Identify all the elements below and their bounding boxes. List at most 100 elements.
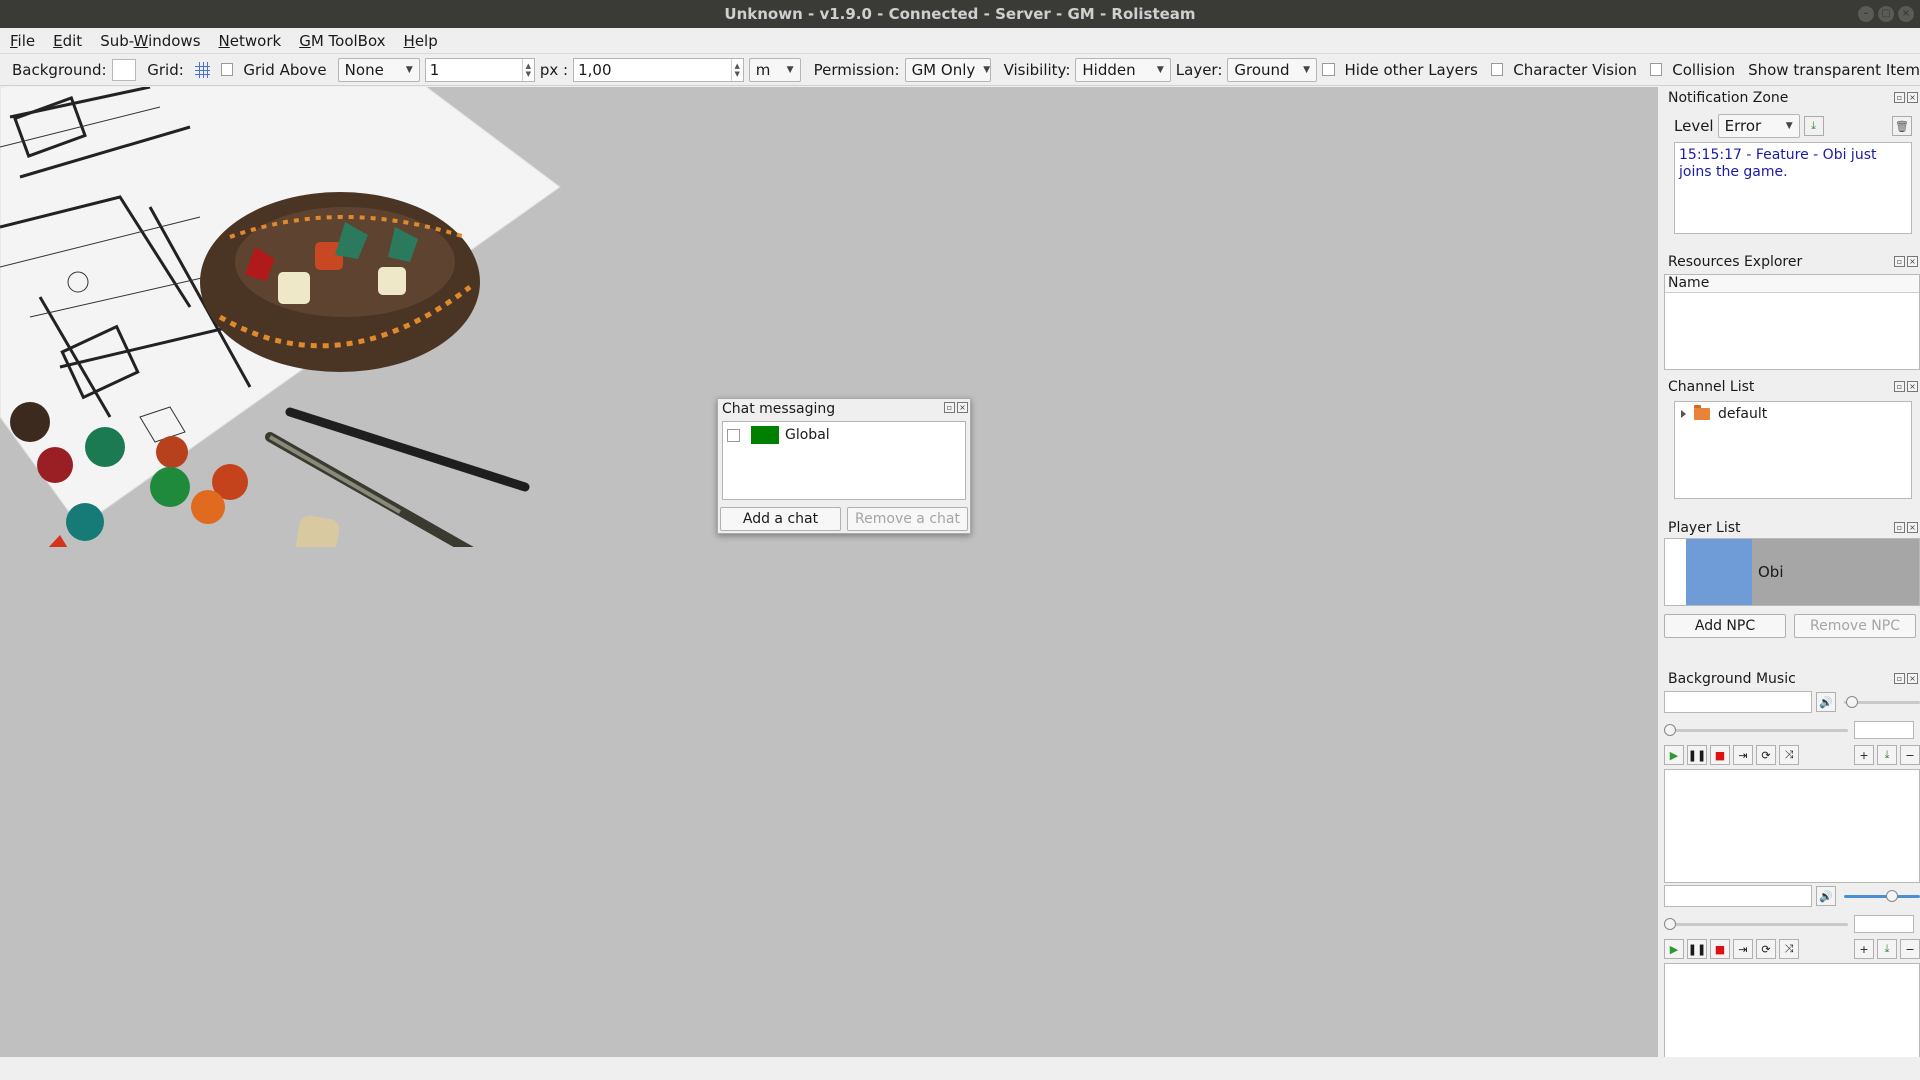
grid-icon[interactable]	[194, 61, 210, 78]
repeat-icon[interactable]: ⟳	[1756, 745, 1776, 765]
channel-list-title-bar[interactable]: Channel List ▫ ×	[1660, 377, 1920, 397]
character-vision-checkbox[interactable]	[1490, 63, 1504, 76]
volume-icon[interactable]: 🔊	[1816, 692, 1836, 712]
channel-list-dock: Channel List ▫ × default	[1660, 377, 1920, 509]
close-icon[interactable]: ×	[1907, 381, 1918, 392]
menu-network[interactable]: Network	[219, 32, 282, 50]
close-icon[interactable]: ×	[957, 402, 968, 413]
music-player-2: 🔊 ▶ ❚❚ ■ ⇥ ⟳ ⤨ + ⤓ −	[1660, 885, 1920, 1067]
next-icon[interactable]: ⇥	[1733, 939, 1753, 959]
close-icon[interactable]: ×	[1907, 256, 1918, 267]
add-icon[interactable]: +	[1854, 745, 1874, 765]
play-icon[interactable]: ▶	[1664, 745, 1684, 765]
pause-icon[interactable]: ❚❚	[1687, 939, 1707, 959]
float-icon[interactable]: ▫	[1894, 256, 1905, 267]
channel-tree[interactable]: default	[1674, 401, 1912, 499]
volume-slider-handle[interactable]	[1886, 889, 1898, 902]
grid-size-value: 1	[429, 60, 440, 79]
shuffle-icon[interactable]: ⤨	[1779, 939, 1799, 959]
expand-arrow-icon[interactable]	[1681, 410, 1686, 418]
status-bar	[0, 1057, 1920, 1080]
track-title-field[interactable]	[1664, 691, 1812, 713]
grid-shape-select[interactable]: None ▼	[337, 57, 420, 82]
seek-slider[interactable]	[1664, 723, 1848, 736]
playlist-1[interactable]	[1664, 769, 1920, 883]
close-icon[interactable]: ×	[1907, 522, 1918, 533]
menu-help[interactable]: Help	[404, 32, 438, 50]
map-canvas[interactable]: Chat messaging ▫ × Global Add a chat Rem…	[0, 87, 1658, 1057]
name-column-header[interactable]: Name	[1665, 275, 1919, 293]
stop-icon[interactable]: ■	[1710, 745, 1730, 765]
play-icon[interactable]: ▶	[1664, 939, 1684, 959]
permission-select[interactable]: GM Only ▼	[904, 57, 991, 82]
add-icon[interactable]: +	[1854, 939, 1874, 959]
background-color-swatch[interactable]	[111, 58, 137, 81]
playlist-2[interactable]	[1664, 963, 1920, 1067]
volume-icon[interactable]: 🔊	[1816, 886, 1836, 906]
layer-select[interactable]: Ground ▼	[1227, 57, 1318, 82]
chat-messaging-window[interactable]: Chat messaging ▫ × Global Add a chat Rem…	[717, 398, 971, 534]
add-chat-button[interactable]: Add a chat	[720, 507, 841, 531]
volume-slider-handle[interactable]	[1846, 695, 1858, 708]
player-item-obi[interactable]: Obi	[1686, 539, 1919, 605]
notification-zone-title-bar[interactable]: Notification Zone ▫ ×	[1660, 88, 1920, 108]
seek-slider-handle[interactable]	[1664, 723, 1676, 736]
add-npc-button[interactable]: Add NPC	[1664, 614, 1786, 638]
layer-value: Ground	[1234, 60, 1290, 79]
float-icon[interactable]: ▫	[1894, 673, 1905, 684]
unit-select[interactable]: m ▼	[748, 57, 801, 82]
repeat-icon[interactable]: ⟳	[1756, 939, 1776, 959]
menu-edit[interactable]: Edit	[53, 32, 82, 50]
pause-icon[interactable]: ❚❚	[1687, 745, 1707, 765]
seek-slider[interactable]	[1664, 917, 1848, 930]
chat-name: Global	[785, 427, 830, 443]
volume-slider[interactable]	[1844, 695, 1920, 708]
player-list-title-bar[interactable]: Player List ▫ ×	[1660, 518, 1920, 538]
hide-other-layers-checkbox[interactable]	[1322, 63, 1335, 76]
remove-icon[interactable]: −	[1900, 745, 1920, 765]
menu-file[interactable]: File	[10, 32, 35, 50]
chat-window-header[interactable]: Chat messaging ▫ ×	[718, 399, 970, 419]
chat-checkbox[interactable]	[727, 428, 740, 442]
save-icon[interactable]: ⤓	[1877, 939, 1897, 959]
shuffle-icon[interactable]: ⤨	[1779, 745, 1799, 765]
seek-slider-handle[interactable]	[1664, 917, 1676, 930]
remove-chat-button[interactable]: Remove a chat	[847, 507, 968, 531]
float-icon[interactable]: ▫	[1894, 92, 1905, 103]
track-title-field[interactable]	[1664, 885, 1812, 907]
resources-explorer-title-bar[interactable]: Resources Explorer ▫ ×	[1660, 252, 1920, 272]
collision-checkbox[interactable]	[1649, 63, 1663, 76]
float-icon[interactable]: ▫	[1894, 381, 1905, 392]
close-icon[interactable]: ×	[1907, 92, 1918, 103]
save-icon[interactable]: ⤓	[1877, 745, 1897, 765]
resources-tree[interactable]: Name	[1664, 274, 1920, 370]
background-music-title-bar[interactable]: Background Music ▫ ×	[1660, 669, 1920, 689]
volume-slider[interactable]	[1844, 889, 1920, 902]
maximize-icon[interactable]: □	[1878, 6, 1894, 22]
menu-gm-toolbox[interactable]: GM ToolBox	[299, 32, 385, 50]
grid-above-checkbox[interactable]	[220, 63, 234, 76]
save-icon[interactable]: ⤓	[1803, 116, 1824, 136]
remove-icon[interactable]: −	[1900, 939, 1920, 959]
minimize-icon[interactable]: –	[1858, 6, 1874, 22]
channel-item-default[interactable]: default	[1675, 402, 1911, 426]
level-select[interactable]: Error ▼	[1717, 114, 1800, 138]
visibility-select[interactable]: Hidden ▼	[1075, 57, 1171, 82]
close-icon[interactable]: ×	[1898, 6, 1914, 22]
scale-spinbox[interactable]: 1,00 ▲ ▼	[573, 57, 744, 82]
chat-item-global[interactable]: Global	[723, 422, 965, 448]
menu-sub-windows[interactable]: Sub-Windows	[100, 32, 200, 50]
spin-arrows-icon[interactable]: ▲ ▼	[730, 58, 743, 81]
float-icon[interactable]: ▫	[1894, 522, 1905, 533]
grid-above-label: Grid Above	[243, 60, 327, 79]
stop-icon[interactable]: ■	[1710, 939, 1730, 959]
spin-arrows-icon[interactable]: ▲ ▼	[521, 58, 534, 81]
float-icon[interactable]: ▫	[944, 402, 955, 413]
close-icon[interactable]: ×	[1907, 673, 1918, 684]
show-transparent-item-toggle[interactable]: Show transparent Item	[1748, 61, 1920, 79]
trash-icon[interactable]: 🗑	[1892, 116, 1912, 136]
remove-npc-button[interactable]: Remove NPC	[1794, 614, 1916, 638]
grid-size-spinbox[interactable]: 1 ▲ ▼	[424, 57, 535, 82]
chat-list: Global	[722, 421, 966, 500]
next-icon[interactable]: ⇥	[1733, 745, 1753, 765]
